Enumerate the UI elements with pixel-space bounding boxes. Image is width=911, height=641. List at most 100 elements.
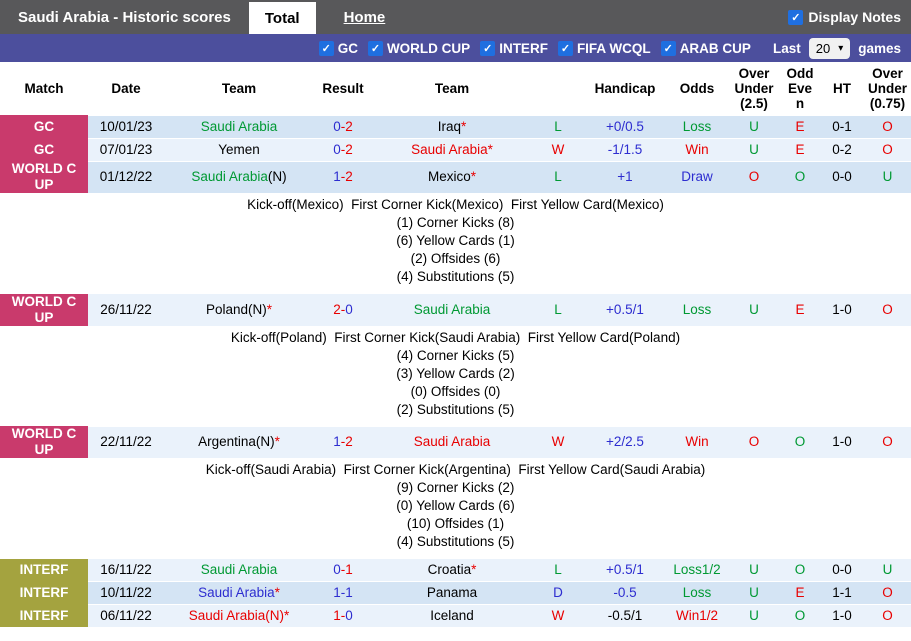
home-team-cell[interactable]: Yemen [164,138,314,161]
away-team-cell-text[interactable]: Iraq [438,119,461,134]
wld-cell-text: W [552,608,565,623]
away-team-cell-text[interactable]: Mexico [428,169,471,184]
tab-total[interactable]: Total [249,2,316,34]
last-games-select[interactable]: 20 ▾ [809,38,851,59]
odds-cell-text: Loss [683,302,712,317]
column-header: Team [164,62,314,115]
away-team-cell[interactable]: Saudi Arabia* [372,138,532,161]
note-stat-line: (6) Yellow Cards (1) [0,232,911,250]
odds-cell-text: Loss1/2 [673,562,720,577]
over-under-075-cell: O [864,115,911,138]
tab-home[interactable]: Home [344,9,386,26]
odds-cell: Loss1/2 [666,559,728,582]
away-team-cell-text[interactable]: Saudi Arabia [414,302,491,317]
ht-cell: 0-2 [820,138,864,161]
home-team-cell-text[interactable]: (N) [265,608,284,623]
odds-cell: Draw [666,161,728,193]
odd-even-cell: E [780,294,820,326]
filter-checkbox-gc[interactable] [319,41,334,56]
filter-checkbox-arab-cup[interactable] [661,41,676,56]
away-team-cell[interactable]: Saudi Arabia [372,426,532,458]
over-under-075-cell-text: U [883,169,893,184]
home-team-cell[interactable]: Saudi Arabia [164,559,314,582]
home-team-cell[interactable]: Poland(N)* [164,294,314,326]
ht-cell-text: 0-0 [832,169,852,184]
odd-even-cell-text: E [795,302,804,317]
handicap-cell-text: +1 [617,169,632,184]
away-team-cell-text[interactable]: * [461,119,466,134]
ht-cell: 1-0 [820,426,864,458]
away-team-cell-text[interactable]: * [488,142,493,157]
home-team-cell-text[interactable]: Argentina [198,434,256,449]
home-team-cell-text[interactable]: Saudi Arabia [191,169,268,184]
home-team-cell-text[interactable]: * [284,608,289,623]
home-team-cell-text[interactable]: * [267,302,272,317]
home-team-cell-text[interactable]: (N) [268,169,287,184]
home-team-cell[interactable]: Argentina(N)* [164,426,314,458]
handicap-cell-text: +2/2.5 [606,434,644,449]
home-team-cell[interactable]: Saudi Arabia(N) [164,161,314,193]
odd-even-cell: O [780,605,820,628]
home-team-cell-text[interactable]: (N) [256,434,275,449]
date-cell: 10/11/22 [88,582,164,605]
filter-bar: GCWORLD CUPINTERFFIFA WCQLARAB CUP Last … [0,34,911,62]
away-team-cell[interactable]: Croatia* [372,559,532,582]
over-under-075-cell: O [864,582,911,605]
away-team-cell-text[interactable]: Saudi Arabia [411,142,488,157]
home-team-cell-text[interactable]: Saudi Arabia [201,119,278,134]
home-team-cell-text[interactable]: * [275,434,280,449]
last-label: Last [773,41,801,56]
away-team-cell-text[interactable]: * [471,562,476,577]
home-team-cell-text[interactable]: Saudi Arabia [198,585,275,600]
away-team-cell[interactable]: Iceland [372,605,532,628]
home-team-cell-text[interactable]: Yemen [218,142,260,157]
filter-label: WORLD CUP [387,41,470,56]
away-team-cell-text[interactable]: Panama [427,585,477,600]
match-badge: GC [0,138,88,161]
filter-checkbox-world-cup[interactable] [368,41,383,56]
away-team-cell-text[interactable]: Saudi Arabia [414,434,491,449]
wld-cell: L [532,559,584,582]
home-team-cell-text[interactable]: Saudi Arabia [189,608,266,623]
handicap-cell: -1/1.5 [584,138,666,161]
result-cell-text: 0 [333,119,341,134]
column-header [532,62,584,115]
wld-cell-text: W [552,142,565,157]
table-row: WORLD CUP22/11/22Argentina(N)*1-2Saudi A… [0,426,911,458]
home-team-cell[interactable]: Saudi Arabia* [164,582,314,605]
filter-label: FIFA WCQL [577,41,651,56]
handicap-cell: -0.5/1 [584,605,666,628]
away-team-cell[interactable]: Iraq* [372,115,532,138]
home-team-cell[interactable]: Saudi Arabia [164,115,314,138]
column-header: Over Under (0.75) [864,62,911,115]
handicap-cell: -0.5 [584,582,666,605]
note-stat-line: (4) Substitutions (5) [0,268,911,286]
note-stat-line: (0) Offsides (0) [0,383,911,401]
ht-cell: 1-1 [820,582,864,605]
home-team-cell-text[interactable]: Poland [206,302,248,317]
away-team-cell[interactable]: Mexico* [372,161,532,193]
column-header: Over Under (2.5) [728,62,780,115]
home-team-cell-text[interactable]: (N) [248,302,267,317]
over-under-25-cell: U [728,138,780,161]
odds-cell-text: Loss [683,119,712,134]
away-team-cell[interactable]: Panama [372,582,532,605]
result-cell-text: 1 [333,585,341,600]
odds-cell-text: Win1/2 [676,608,718,623]
filter-checkbox-interf[interactable] [480,41,495,56]
result-cell-text: 0 [345,302,353,317]
away-team-cell[interactable]: Saudi Arabia [372,294,532,326]
home-team-cell[interactable]: Saudi Arabia(N)* [164,605,314,628]
note-header: Kick-off(Saudi Arabia) First Corner Kick… [0,461,911,479]
away-team-cell-text[interactable]: Croatia [428,562,472,577]
display-notes-checkbox[interactable] [788,10,803,25]
result-cell-text: 1 [333,434,341,449]
filter-checkbox-fifa-wcql[interactable] [558,41,573,56]
away-team-cell-text[interactable]: Iceland [430,608,474,623]
odd-even-cell: E [780,582,820,605]
home-team-cell-text[interactable]: * [275,585,280,600]
filter-label: INTERF [499,41,548,56]
result-cell: 1-2 [314,161,372,193]
away-team-cell-text[interactable]: * [471,169,476,184]
home-team-cell-text[interactable]: Saudi Arabia [201,562,278,577]
